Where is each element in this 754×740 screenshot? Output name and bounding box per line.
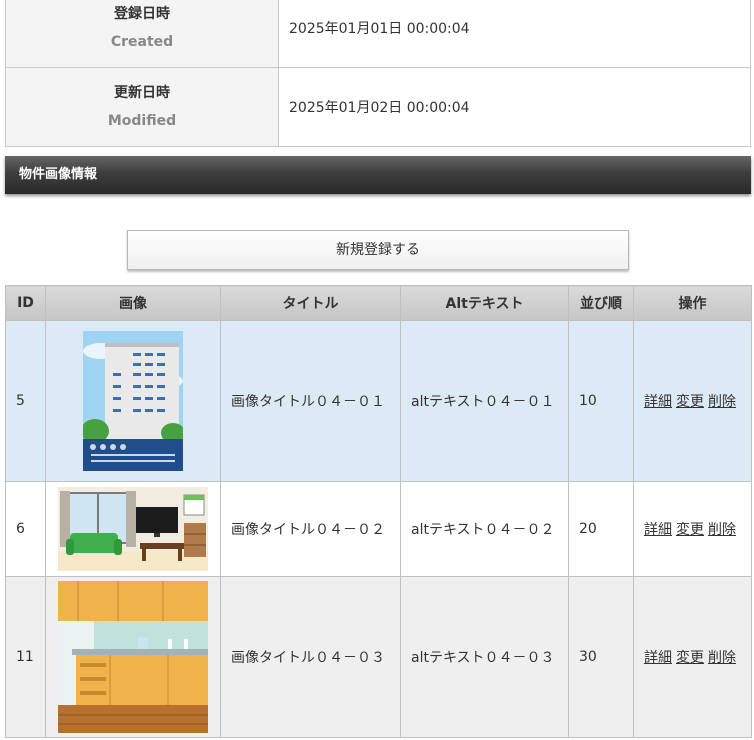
- row-alt: altテキスト０４－０３: [400, 576, 569, 738]
- header-image: 画像: [45, 285, 221, 321]
- header-actions: 操作: [633, 285, 752, 321]
- row-alt: altテキスト０４－０２: [400, 481, 569, 577]
- property-images-table: ID 画像 タイトル Altテキスト 並び順 操作 5 画像タイトル０４－０１ …: [5, 285, 752, 738]
- apartment-building-icon: [83, 331, 183, 471]
- row-image-cell: [45, 320, 221, 482]
- created-label-en: Created: [110, 34, 174, 50]
- header-alt: Altテキスト: [400, 285, 569, 321]
- living-room-icon: [58, 487, 208, 571]
- edit-link[interactable]: 変更: [676, 394, 704, 410]
- edit-link[interactable]: 変更: [676, 522, 704, 538]
- row-actions: 詳細 変更 削除: [633, 576, 752, 738]
- modified-value: 2025年01月02日 00:00:04: [278, 67, 751, 147]
- row-id: 11: [5, 576, 46, 738]
- created-label-jp: 登録日時: [114, 6, 170, 22]
- header-order: 並び順: [568, 285, 634, 321]
- edit-link[interactable]: 変更: [676, 650, 704, 666]
- row-id: 6: [5, 481, 46, 577]
- new-register-button[interactable]: 新規登録する: [127, 230, 629, 270]
- detail-link[interactable]: 詳細: [644, 394, 672, 410]
- row-actions: 詳細 変更 削除: [633, 481, 752, 577]
- row-title: 画像タイトル０４－０３: [220, 576, 401, 738]
- modified-label-cell: 更新日時 Modified: [5, 67, 279, 147]
- row-title: 画像タイトル０４－０１: [220, 320, 401, 482]
- delete-link[interactable]: 削除: [708, 522, 736, 538]
- row-alt: altテキスト０４－０１: [400, 320, 569, 482]
- modified-label-en: Modified: [107, 113, 177, 129]
- header-title: タイトル: [220, 285, 401, 321]
- modified-label-jp: 更新日時: [114, 85, 170, 101]
- row-actions: 詳細 変更 削除: [633, 320, 752, 482]
- row-order: 30: [568, 576, 634, 738]
- row-order: 10: [568, 320, 634, 482]
- row-title: 画像タイトル０４－０２: [220, 481, 401, 577]
- detail-link[interactable]: 詳細: [644, 650, 672, 666]
- table-row: 5 画像タイトル０４－０１ altテキスト０４－０１ 10 詳細 変更 削除: [5, 320, 752, 482]
- table-row: 6 画像タイトル０４－０２ altテキスト０４－０２ 20 詳細 変更 削除: [5, 481, 752, 577]
- delete-link[interactable]: 削除: [708, 394, 736, 410]
- detail-link[interactable]: 詳細: [644, 522, 672, 538]
- row-image-cell: [45, 576, 221, 738]
- row-image-cell: [45, 481, 221, 577]
- row-id: 5: [5, 320, 46, 482]
- created-label-cell: 登録日時 Created: [5, 0, 279, 68]
- table-header-row: ID 画像 タイトル Altテキスト 並び順 操作: [5, 285, 752, 321]
- kitchen-icon: [58, 581, 208, 733]
- section-title: 物件画像情報: [19, 167, 98, 182]
- header-id: ID: [5, 285, 46, 321]
- table-row: 11 画像タイトル０４－０３ altテキスト０４－０３ 30 詳細 変更 削除: [5, 576, 752, 738]
- created-value: 2025年01月01日 00:00:04: [278, 0, 751, 68]
- delete-link[interactable]: 削除: [708, 650, 736, 666]
- row-order: 20: [568, 481, 634, 577]
- section-header-property-images: 物件画像情報: [5, 156, 751, 194]
- record-info-table: 登録日時 Created 2025年01月01日 00:00:04 更新日時 M…: [5, 0, 751, 147]
